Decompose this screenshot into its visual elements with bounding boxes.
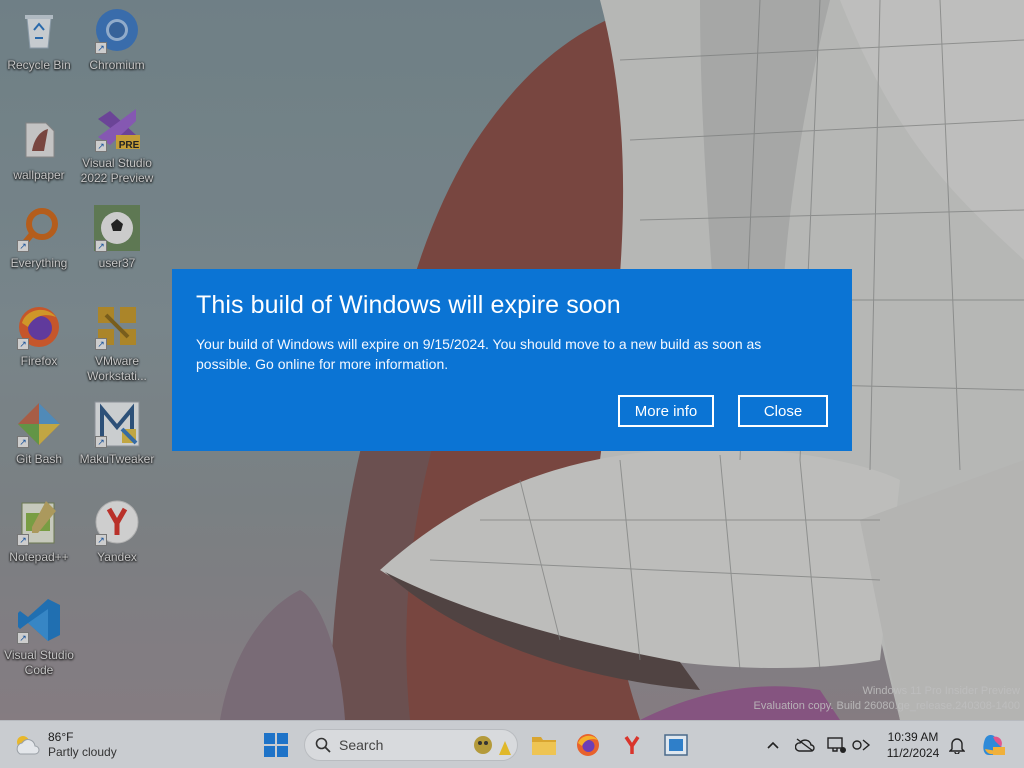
file-explorer-icon [532, 737, 556, 755]
desktop-icon-recycle-bin[interactable]: Recycle Bin [0, 6, 78, 73]
taskbar-firefox[interactable] [572, 729, 604, 761]
desktop-icon-git-bash[interactable]: ↗ Git Bash [0, 400, 78, 467]
firefox-icon [577, 734, 599, 756]
network-ethernet-icon [827, 737, 846, 753]
desktop-icon-user37[interactable]: ↗ user37 [78, 204, 156, 271]
firefox-icon: ↗ [15, 302, 63, 350]
evaluation-watermark: Windows 11 Pro Insider Preview Evaluatio… [754, 684, 1020, 714]
desktop-icon-label: Visual Studio 2022 Preview [80, 156, 154, 185]
desktop-icon-visual-studio-2022-preview[interactable]: PRE ↗ Visual Studio 2022 Preview [78, 104, 156, 186]
weather-temperature: 86°F [48, 730, 74, 744]
weather-widget[interactable]: 86°F Partly cloudy [14, 727, 117, 763]
wallpaper-file-icon [15, 116, 63, 164]
desktop-icon-label: user37 [98, 256, 136, 270]
watermark-build: Evaluation copy. Build 26080.ge_release.… [753, 700, 1020, 712]
desktop-icon-chromium[interactable]: ↗ Chromium [78, 6, 156, 73]
desktop-icon-label: Notepad++ [9, 550, 69, 564]
desktop-icon-label: Yandex [97, 550, 137, 564]
taskbar-app-window[interactable] [660, 729, 692, 761]
build-expiry-dialog: This build of Windows will expire soon Y… [172, 269, 852, 451]
notifications-button[interactable] [946, 733, 968, 757]
desktop-icon-label: Everything [10, 256, 68, 270]
notepad-plus-plus-icon: ↗ [15, 498, 63, 546]
desktop-icon-label: Chromium [89, 58, 145, 72]
app-window-icon [664, 734, 688, 756]
desktop-icon-visual-studio-code[interactable]: ↗ Visual Studio Code [0, 596, 78, 678]
desktop-icon-vmware-workstation[interactable]: ↗ VMware Workstati... [78, 302, 156, 384]
desktop-icon-label: Git Bash [15, 452, 63, 466]
git-bash-icon: ↗ [15, 400, 63, 448]
desktop-icon-label: VMware Workstati... [87, 354, 147, 383]
clock-date: 11/2/2024 [886, 746, 940, 760]
desktop-icon-label: MakuTweaker [79, 452, 155, 466]
desktop-icon-makutweaker[interactable]: ↗ MakuTweaker [78, 400, 156, 467]
shortcut-arrow-icon: ↗ [17, 338, 29, 350]
dialog-title: This build of Windows will expire soon [196, 291, 621, 319]
chevron-up-icon [767, 741, 779, 749]
desktop-icon-everything[interactable]: ↗ Everything [0, 204, 78, 271]
accessibility-sound-icon [852, 739, 871, 751]
vmware-icon: ↗ [93, 302, 141, 350]
taskbar: 86°F Partly cloudy Search 10:39 AM 11/2/… [0, 720, 1024, 768]
windows-start-icon [264, 733, 288, 757]
shortcut-arrow-icon: ↗ [95, 240, 107, 252]
recycle-bin-icon [15, 6, 63, 54]
taskbar-search[interactable]: Search [304, 729, 518, 761]
shortcut-arrow-icon: ↗ [17, 534, 29, 546]
shortcut-arrow-icon: ↗ [95, 42, 107, 54]
user-folder-icon: ↗ [93, 204, 141, 252]
partly-cloudy-icon [16, 736, 40, 755]
close-button[interactable]: Close [738, 395, 828, 427]
dialog-message: Your build of Windows will expire on 9/1… [196, 336, 762, 372]
shortcut-arrow-icon: ↗ [17, 632, 29, 644]
taskbar-yandex[interactable] [616, 729, 648, 761]
taskbar-clock[interactable]: 10:39 AM 11/2/2024 [878, 729, 948, 761]
taskbar-file-explorer[interactable] [528, 729, 560, 761]
shortcut-arrow-icon: ↗ [17, 240, 29, 252]
tray-onedrive[interactable] [794, 733, 816, 757]
copilot-button[interactable] [980, 733, 1006, 757]
desktop-icon-label: wallpaper [13, 168, 65, 182]
tray-network[interactable] [826, 733, 848, 757]
search-highlight-icon [474, 736, 511, 755]
desktop-icon-wallpaper[interactable]: wallpaper [0, 116, 78, 183]
everything-search-icon: ↗ [15, 204, 63, 252]
makutweaker-icon: ↗ [93, 400, 141, 448]
desktop-icon-notepad-plus-plus[interactable]: ↗ Notepad++ [0, 498, 78, 565]
start-button[interactable] [260, 729, 292, 761]
bell-icon [949, 738, 965, 754]
search-icon [315, 737, 331, 753]
cloud-offline-icon [795, 738, 815, 752]
desktop-icon-label: Visual Studio Code [4, 648, 74, 677]
shortcut-arrow-icon: ↗ [17, 436, 29, 448]
weather-condition: Partly cloudy [48, 745, 117, 759]
show-hidden-icons-button[interactable] [762, 733, 784, 757]
shortcut-arrow-icon: ↗ [95, 338, 107, 350]
chromium-icon: ↗ [93, 6, 141, 54]
yandex-browser-icon: ↗ [93, 498, 141, 546]
shortcut-arrow-icon: ↗ [95, 436, 107, 448]
shortcut-arrow-icon: ↗ [95, 534, 107, 546]
desktop-icon-label: Firefox [20, 354, 58, 368]
desktop-icon-firefox[interactable]: ↗ Firefox [0, 302, 78, 369]
vscode-icon: ↗ [15, 596, 63, 644]
copilot-icon [983, 734, 1005, 755]
preview-badge: PRE [118, 140, 140, 151]
search-placeholder: Search [339, 737, 384, 753]
watermark-edition: Windows 11 Pro Insider Preview [862, 685, 1020, 697]
clock-time: 10:39 AM [887, 730, 939, 744]
desktop-icon-yandex[interactable]: ↗ Yandex [78, 498, 156, 565]
tray-volume[interactable] [850, 733, 872, 757]
shortcut-arrow-icon: ↗ [95, 140, 107, 152]
desktop-icon-label: Recycle Bin [7, 58, 71, 72]
yandex-icon [624, 736, 640, 754]
more-info-button[interactable]: More info [618, 395, 714, 427]
visual-studio-icon: PRE ↗ [93, 104, 141, 152]
